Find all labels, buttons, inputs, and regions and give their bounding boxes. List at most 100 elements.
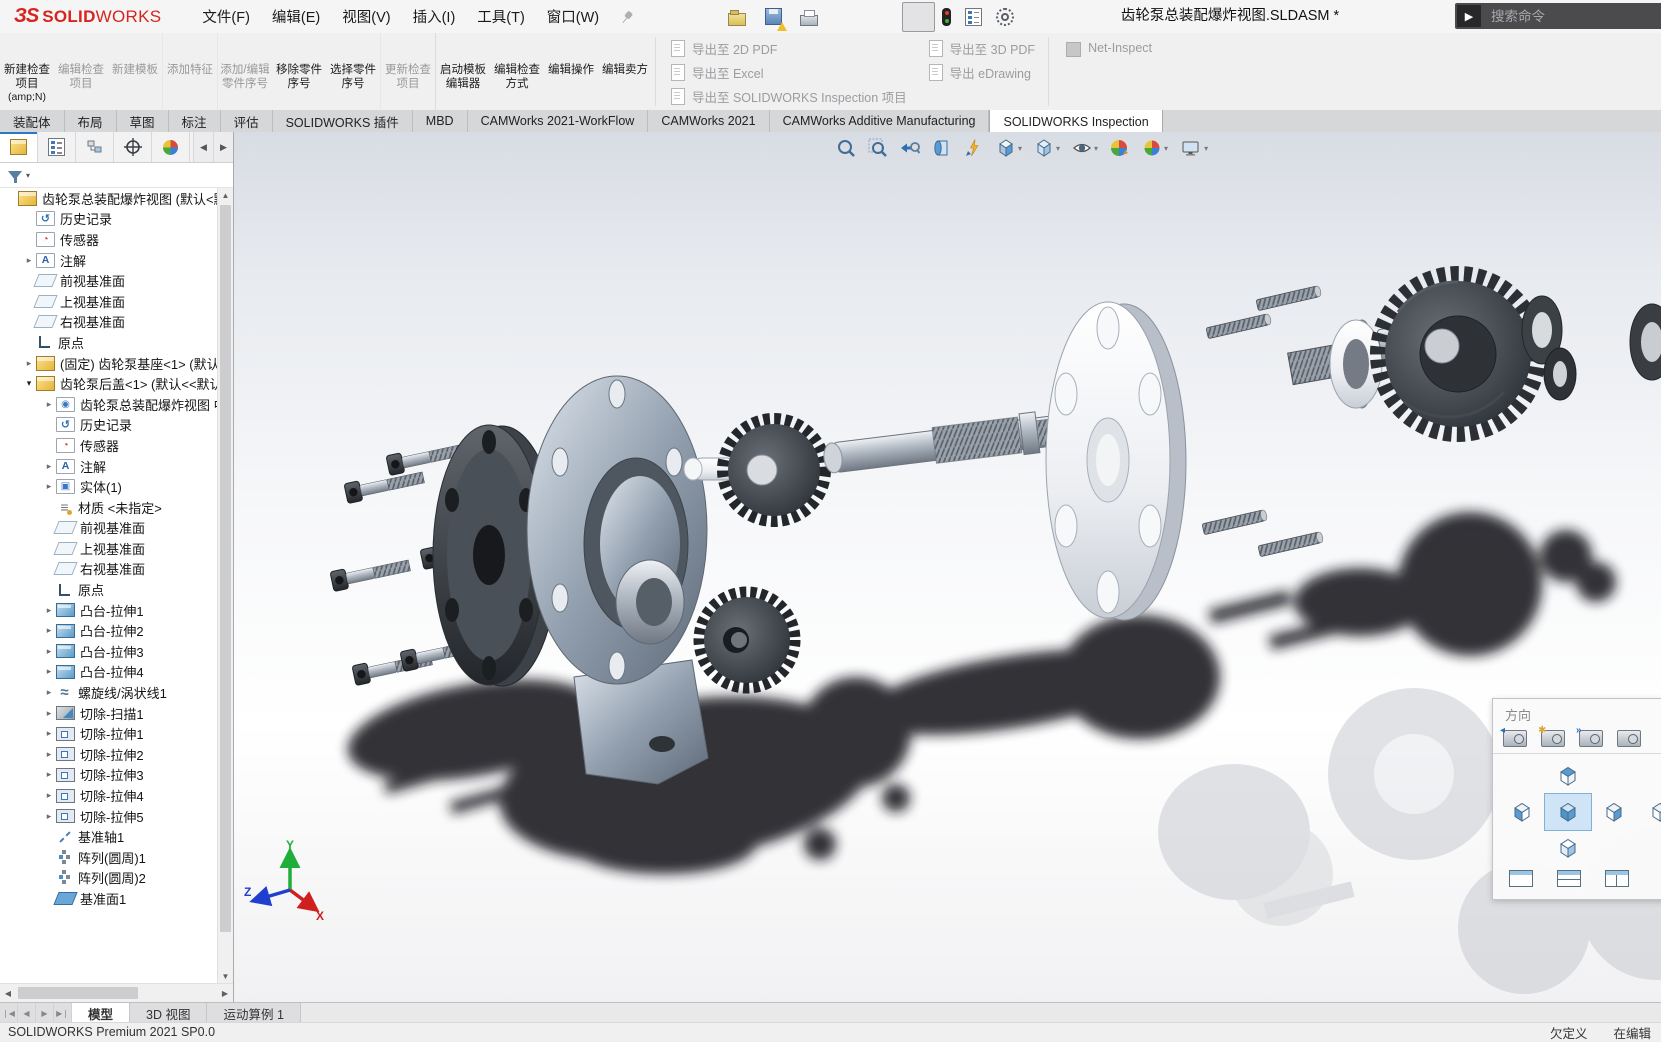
instant3d-icon[interactable] xyxy=(962,136,986,160)
tree-item[interactable]: 右视基准面 xyxy=(0,559,218,580)
expand-arrow-icon[interactable] xyxy=(42,461,56,472)
document-tab[interactable]: 模型 xyxy=(72,1003,130,1023)
ribbon-button[interactable]: 添加特征 xyxy=(162,33,217,110)
helical-gear[interactable] xyxy=(1378,274,1538,434)
ribbon-button[interactable]: 新建模板 xyxy=(108,33,162,110)
tab-property-manager[interactable] xyxy=(38,132,76,162)
filter-caret-icon[interactable]: ▾ xyxy=(26,171,30,180)
ribbon-tab[interactable]: 评估 xyxy=(221,110,273,132)
quickbar-button[interactable] xyxy=(722,2,755,32)
search-input[interactable] xyxy=(1489,8,1643,25)
ribbon-button[interactable]: 移除零件序号 xyxy=(272,33,326,110)
ribbon-button[interactable]: 编辑卖方 xyxy=(598,33,652,110)
menu-item[interactable]: 编辑(E) xyxy=(261,0,331,34)
ribbon-tab[interactable]: 草图 xyxy=(117,110,169,132)
zoom-fit-icon[interactable] xyxy=(834,136,858,160)
update-views-camera-icon[interactable]: » xyxy=(1579,730,1603,747)
viewport-3d-model[interactable] xyxy=(234,132,1661,1002)
tree-item[interactable]: 凸台-拉伸3 xyxy=(0,641,218,662)
ribbon-tab[interactable]: SOLIDWORKS 插件 xyxy=(273,110,413,132)
panel-tab-scroll-left-icon[interactable]: ◀ xyxy=(193,132,213,162)
tree-item[interactable]: 上视基准面 xyxy=(0,538,218,559)
tree-item[interactable]: 前视基准面 xyxy=(0,518,218,539)
tree-item[interactable]: 前视基准面 xyxy=(0,270,218,291)
reset-views-camera-icon[interactable] xyxy=(1617,730,1641,747)
zoom-area-icon[interactable] xyxy=(866,136,890,160)
threaded-studs[interactable] xyxy=(1202,285,1324,556)
viewport-two-vertical-icon[interactable] xyxy=(1605,870,1629,887)
expand-arrow-icon[interactable] xyxy=(42,399,56,410)
quickbar-button[interactable] xyxy=(830,2,863,32)
tree-vertical-scrollbar[interactable]: ▲ ▼ xyxy=(217,188,233,984)
expand-arrow-icon[interactable] xyxy=(42,481,56,492)
ribbon-tab[interactable]: 标注 xyxy=(169,110,221,132)
export-link[interactable]: 导出至 3D PDF xyxy=(929,39,1035,58)
filter-funnel-icon[interactable] xyxy=(8,171,22,180)
expand-arrow-icon[interactable] xyxy=(42,749,56,760)
ribbon-button[interactable]: 编辑检查项目 xyxy=(54,33,108,110)
net-inspect-button[interactable]: Net-Inspect xyxy=(1052,33,1152,110)
section-view-icon[interactable] xyxy=(930,136,954,160)
view-left-button[interactable] xyxy=(1499,794,1545,830)
previous-view-camera-icon[interactable]: ◂ xyxy=(1503,730,1527,747)
tree-item[interactable]: 历史记录 xyxy=(0,415,218,436)
expand-arrow-icon[interactable] xyxy=(42,769,56,780)
export-link[interactable]: 导出至 SOLIDWORKS Inspection 项目 xyxy=(671,87,907,106)
expand-arrow-icon[interactable] xyxy=(42,790,56,801)
tab-first-icon[interactable]: ❘◀ xyxy=(0,1003,18,1023)
tree-item[interactable]: 凸台-拉伸1 xyxy=(0,600,218,621)
tree-item[interactable]: 历史记录 xyxy=(0,209,218,230)
scroll-down-icon[interactable]: ▼ xyxy=(218,969,233,984)
new-view-camera-icon[interactable]: ✱ xyxy=(1541,730,1565,747)
export-link[interactable]: 导出至 2D PDF xyxy=(671,39,907,58)
tab-feature-tree[interactable] xyxy=(0,132,38,162)
apply-scene-icon[interactable]: ▾ xyxy=(1140,136,1170,160)
tree-item[interactable]: 上视基准面 xyxy=(0,291,218,312)
washers[interactable] xyxy=(1522,296,1661,400)
tab-display-manager[interactable] xyxy=(152,132,190,162)
tree-item[interactable]: 齿轮泵总装配爆炸视图 中的配 xyxy=(0,394,218,415)
tree-item[interactable]: 传感器 xyxy=(0,229,218,250)
tab-next-icon[interactable]: ▶ xyxy=(36,1003,54,1023)
quickbar-button[interactable] xyxy=(866,2,899,32)
export-link[interactable]: 导出 eDrawing xyxy=(929,63,1035,82)
driven-gear[interactable] xyxy=(700,593,794,687)
expand-arrow-icon[interactable] xyxy=(42,728,56,739)
tree-item[interactable]: 齿轮泵后盖<1> (默认<<默认>_ xyxy=(0,373,218,394)
ribbon-button[interactable]: 新建检查项目 (amp;N) xyxy=(0,33,54,110)
tree-item[interactable]: 切除-拉伸5 xyxy=(0,806,218,827)
graphics-viewport[interactable]: ▾ ▾ ▾ ▾ ▾ 方向 ◂ ✱ » xyxy=(234,132,1661,1002)
viewport-two-horizontal-icon[interactable] xyxy=(1557,870,1581,887)
tree-item[interactable]: 阵列(圆周)2 xyxy=(0,868,218,889)
tree-item[interactable]: 注解 xyxy=(0,456,218,477)
tab-last-icon[interactable]: ▶❘ xyxy=(54,1003,72,1023)
viewport-single-icon[interactable] xyxy=(1509,870,1533,887)
tree-item[interactable]: 注解 xyxy=(0,250,218,271)
tree-item[interactable]: 右视基准面 xyxy=(0,312,218,333)
menu-item[interactable]: 窗口(W) xyxy=(536,0,610,34)
tree-item[interactable]: (固定) 齿轮泵基座<1> (默认<<默 xyxy=(0,353,218,374)
front-flange[interactable] xyxy=(1046,302,1186,620)
tree-item[interactable]: 凸台-拉伸4 xyxy=(0,662,218,683)
expand-arrow-icon[interactable] xyxy=(42,625,56,636)
expand-arrow-icon[interactable] xyxy=(42,708,56,719)
quickbar-button[interactable] xyxy=(650,2,683,32)
ribbon-tab[interactable]: MBD xyxy=(413,110,468,132)
tree-item[interactable]: 基准轴1 xyxy=(0,826,218,847)
scroll-left-icon[interactable]: ◀ xyxy=(0,989,16,998)
expand-arrow-icon[interactable] xyxy=(42,646,56,657)
expand-arrow-icon[interactable] xyxy=(22,358,36,369)
tree-item[interactable]: 切除-拉伸2 xyxy=(0,744,218,765)
view-top-button[interactable] xyxy=(1545,758,1591,794)
tree-item[interactable]: 凸台-拉伸2 xyxy=(0,620,218,641)
expand-arrow-icon[interactable] xyxy=(22,378,36,389)
ribbon-tab[interactable]: CAMWorks Additive Manufacturing xyxy=(770,110,990,132)
menu-item[interactable]: 视图(V) xyxy=(331,0,401,34)
tree-item[interactable]: 螺旋线/涡状线1 xyxy=(0,682,218,703)
tree-item[interactable]: 实体(1) xyxy=(0,476,218,497)
tree-item[interactable]: 切除-拉伸4 xyxy=(0,785,218,806)
quickbar-button[interactable] xyxy=(758,2,791,32)
view-settings-icon[interactable]: ▾ xyxy=(1178,136,1210,160)
tab-configurations[interactable] xyxy=(76,132,114,162)
panel-tab-scroll-right-icon[interactable]: ▶ xyxy=(213,132,233,162)
